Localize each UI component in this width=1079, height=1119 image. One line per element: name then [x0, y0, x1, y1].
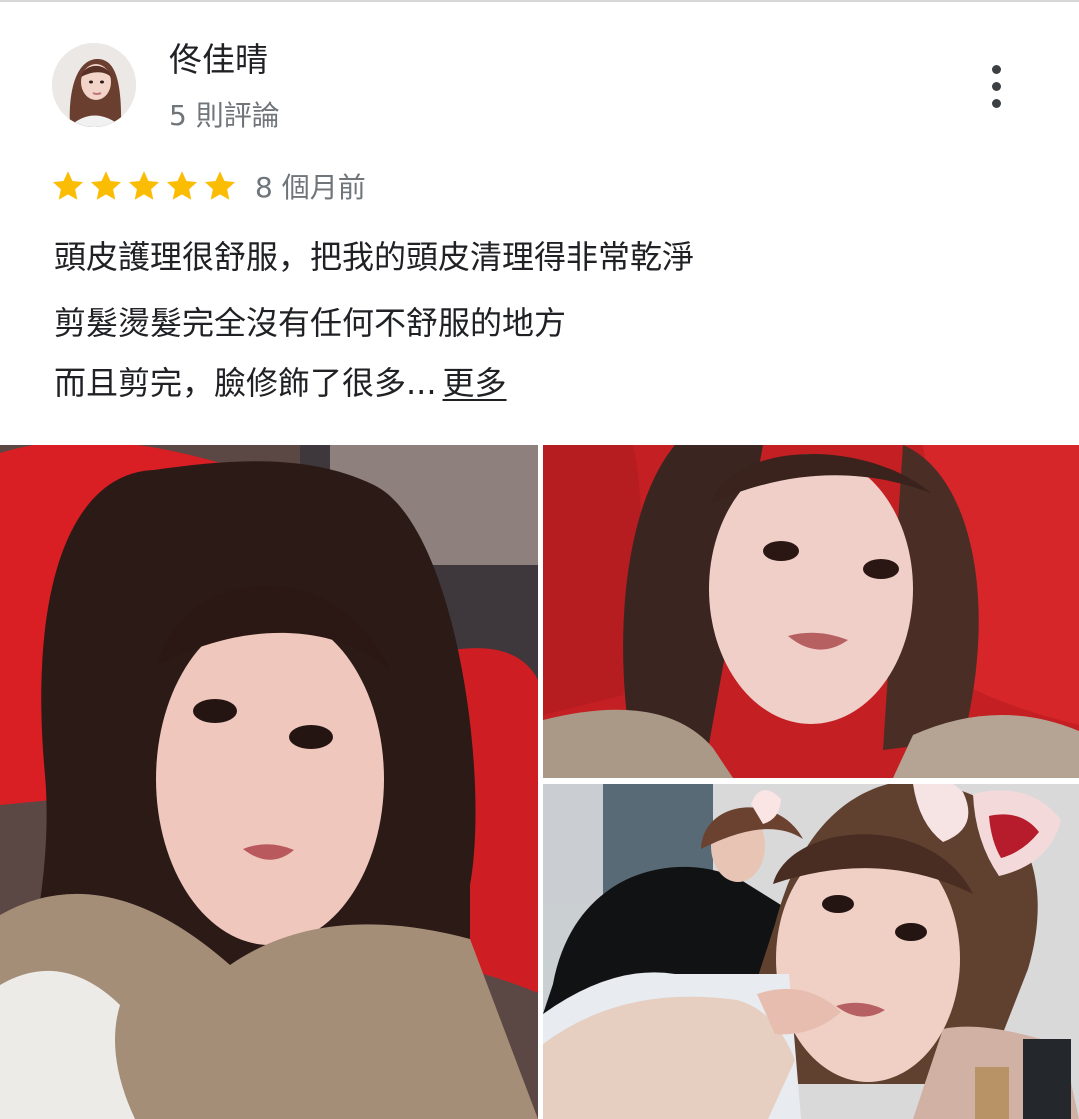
review-photo-image: [543, 784, 1079, 1119]
review-text-line: 而且剪完，臉修飾了很多... 更多: [54, 362, 507, 404]
review-photo-image: [543, 445, 1079, 778]
star-icon: [126, 168, 162, 204]
review-photo-2[interactable]: [543, 445, 1079, 778]
more-link[interactable]: 更多: [443, 364, 507, 402]
avatar-image: [52, 43, 136, 127]
reviewer-avatar[interactable]: [52, 43, 136, 127]
star-icon: [164, 168, 200, 204]
star-icon: [88, 168, 124, 204]
more-options-button[interactable]: [972, 62, 1020, 110]
star-icon: [202, 168, 238, 204]
review-text-truncated: 而且剪完，臉修飾了很多...: [54, 364, 437, 402]
review-time-ago: 8 個月前: [255, 171, 366, 204]
star-rating: [50, 168, 238, 204]
reviewer-name[interactable]: 佟佳晴: [169, 38, 268, 82]
review-text-line: 頭皮護理很舒服，把我的頭皮清理得非常乾淨: [54, 238, 695, 276]
star-icon: [50, 168, 86, 204]
review-photo-image: [0, 445, 538, 1119]
more-vert-icon: [991, 64, 1001, 74]
more-vert-icon: [991, 98, 1001, 108]
top-divider: [0, 0, 1079, 2]
review-text-line: 剪髮燙髮完全沒有任何不舒服的地方: [54, 304, 567, 342]
more-vert-icon: [991, 81, 1001, 91]
reviewer-review-count: 5 則評論: [169, 99, 280, 132]
review-photo-1[interactable]: [0, 445, 538, 1119]
review-photo-3[interactable]: [543, 784, 1079, 1119]
